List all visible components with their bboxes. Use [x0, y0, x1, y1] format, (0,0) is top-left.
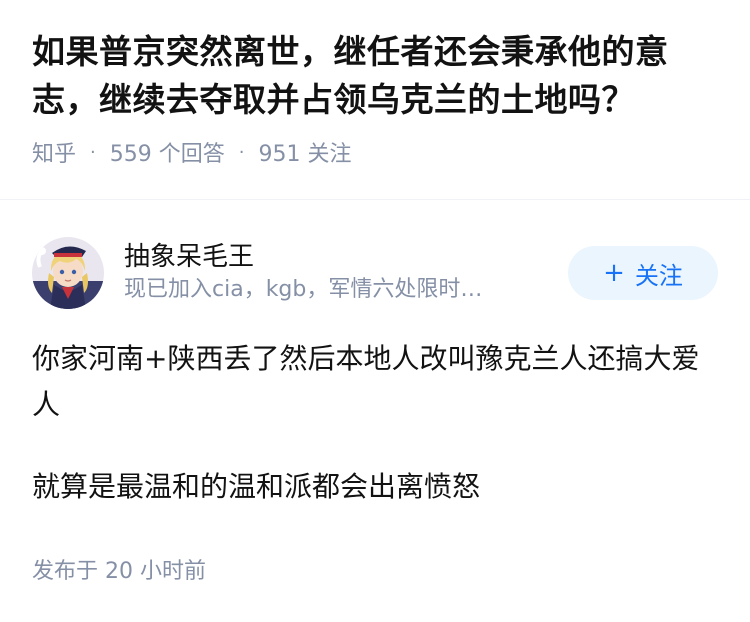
- answer-paragraph: 就算是最温和的温和派都会出离愤怒: [32, 470, 481, 503]
- followers-count[interactable]: 951 关注: [258, 136, 351, 168]
- section-divider: [0, 199, 750, 200]
- author-bio: 现已加入cia，kgb，军情六处限时…: [124, 277, 483, 302]
- avatar[interactable]: [32, 237, 104, 309]
- answer-paragraph: 你家河南+陕西丢了然后本地人改叫豫克兰人还搞大爱人: [32, 342, 700, 421]
- answers-count[interactable]: 559 个回答: [110, 136, 225, 168]
- published-time: 发布于 20 小时前: [32, 559, 206, 584]
- author-info: 抽象呆毛王 现已加入cia，kgb，军情六处限时…: [124, 240, 556, 306]
- meta-separator: ·: [238, 141, 245, 163]
- question-title[interactable]: 如果普京突然离世，继任者还会秉承他的意志，继续去夺取并占领乌克兰的土地吗？: [32, 28, 722, 124]
- anime-character-avatar-icon: [32, 237, 104, 309]
- plus-icon: +: [603, 258, 625, 288]
- answer-content[interactable]: 你家河南+陕西丢了然后本地人改叫豫克兰人还搞大爱人 就算是最温和的温和派都会出离…: [32, 336, 722, 546]
- answer-author-row: 抽象呆毛王 现已加入cia，kgb，军情六处限时… + 关注: [32, 235, 718, 311]
- source-label[interactable]: 知乎: [32, 136, 76, 168]
- follow-button-label: 关注: [634, 261, 683, 290]
- question-meta: 知乎 · 559 个回答 · 951 关注: [32, 136, 722, 168]
- follow-button[interactable]: + 关注: [568, 246, 718, 300]
- meta-separator: ·: [90, 141, 96, 163]
- author-name[interactable]: 抽象呆毛王: [124, 240, 556, 274]
- question-header: 如果普京突然离世，继任者还会秉承他的意志，继续去夺取并占领乌克兰的土地吗？ 知乎…: [32, 28, 722, 168]
